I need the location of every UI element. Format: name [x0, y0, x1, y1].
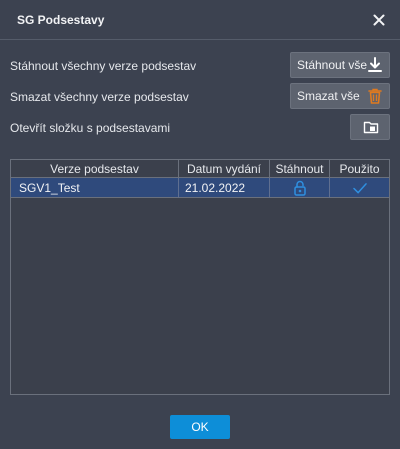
checkmark-icon: [353, 183, 367, 194]
open-folder-label: Otevřít složku s podsestavami: [10, 121, 171, 135]
close-button[interactable]: [368, 9, 390, 31]
cell-download[interactable]: [270, 178, 330, 198]
open-folder-button[interactable]: [350, 114, 390, 140]
download-all-button[interactable]: Stáhnout vše: [290, 52, 390, 78]
dialog-titlebar: SG Podsestavy: [0, 0, 400, 40]
folder-icon: [363, 121, 379, 134]
cell-date: 21.02.2022: [179, 178, 270, 198]
column-header-date[interactable]: Datum vydání: [179, 160, 270, 178]
delete-all-button-label: Smazat vše: [297, 89, 360, 103]
download-all-button-label: Stáhnout vše: [297, 58, 368, 72]
download-icon: [368, 57, 382, 72]
unlock-icon[interactable]: [293, 180, 307, 196]
ok-button[interactable]: OK: [170, 415, 230, 439]
trash-icon: [368, 88, 382, 104]
column-header-used[interactable]: Použito: [330, 160, 389, 178]
delete-all-button[interactable]: Smazat vše: [290, 83, 390, 109]
cell-version: SGV1_Test: [11, 178, 179, 198]
column-header-download[interactable]: Stáhnout: [270, 160, 330, 178]
cell-used: [330, 178, 389, 198]
subassembly-table: Verze podsestav Datum vydání Stáhnout Po…: [10, 159, 390, 395]
close-icon: [373, 14, 385, 26]
table-row[interactable]: SGV1_Test 21.02.2022: [11, 178, 389, 198]
download-all-label: Stáhnout všechny verze podsestav: [10, 59, 197, 73]
delete-all-label: Smazat všechny verze podsestav: [10, 90, 189, 104]
table-header: Verze podsestav Datum vydání Stáhnout Po…: [11, 160, 389, 178]
dialog-title: SG Podsestavy: [17, 13, 105, 27]
column-header-version[interactable]: Verze podsestav: [11, 160, 179, 178]
